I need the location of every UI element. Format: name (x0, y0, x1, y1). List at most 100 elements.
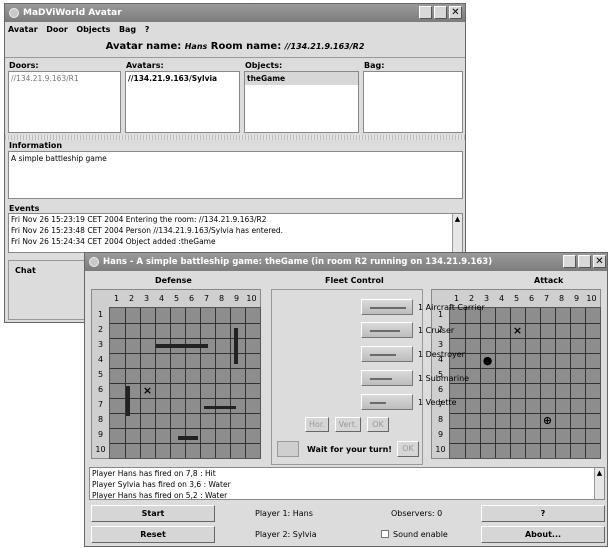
turn-message: Wait for your turn! (307, 445, 392, 454)
defense-row-label: 3 (97, 340, 104, 349)
maximize-button[interactable] (434, 6, 447, 19)
event-line: Fri Nov 26 15:23:19 CET 2004 Entering th… (11, 215, 267, 224)
game-log: Player Hans has fired on 7,8 : Hit Playe… (89, 467, 605, 500)
defense-row-label: 6 (97, 385, 104, 394)
player2-label: Player 2: Sylvia (255, 530, 317, 539)
log-line: Player Hans has fired on 7,8 : Hit (92, 469, 216, 478)
list-item[interactable]: //134.21.9.163/Sylvia (126, 72, 239, 85)
defense-ship-carrier (156, 344, 208, 348)
log-line: Player Sylvia has fired on 3,6 : Water (92, 480, 231, 489)
grid-line (450, 383, 600, 384)
information-text: A simple battleship game (11, 154, 107, 163)
grid-line (245, 308, 246, 458)
ship-destroyer-button[interactable] (361, 346, 413, 362)
bag-list[interactable] (363, 71, 463, 133)
defense-ship-destroyer (126, 386, 130, 416)
defense-col-label: 4 (158, 294, 165, 303)
information-title: Information (9, 141, 63, 150)
about-button[interactable]: About... (481, 526, 605, 543)
menu-bag[interactable]: Bag (116, 22, 139, 37)
minimize-button[interactable] (563, 255, 576, 268)
grid-line (555, 308, 556, 458)
ship-vedette-button[interactable] (361, 394, 413, 410)
app-icon (9, 8, 19, 18)
avatars-list[interactable]: //134.21.9.163/Sylvia (125, 71, 240, 133)
grid-line (215, 308, 216, 458)
defense-row-label: 2 (97, 325, 104, 334)
sound-label: Sound enable (393, 530, 448, 539)
menu-objects[interactable]: Objects (73, 22, 113, 37)
defense-col-label: 6 (188, 294, 195, 303)
grid-line (540, 308, 541, 458)
chat-title: Chat (15, 266, 36, 275)
menu-avatar[interactable]: Avatar (5, 22, 41, 37)
scroll-up-icon[interactable]: ▲ (595, 468, 604, 478)
avatar-window-titlebar[interactable]: MaDViWorld Avatar (5, 4, 465, 22)
vertical-button[interactable]: Vert. (335, 417, 361, 432)
splitter[interactable] (5, 135, 465, 140)
list-item[interactable]: theGame (245, 72, 358, 85)
close-button[interactable]: ✕ (449, 6, 462, 19)
defense-shot-marker: × (142, 384, 153, 397)
scroll-up-icon[interactable]: ▲ (453, 214, 462, 224)
defense-col-label: 2 (128, 294, 135, 303)
grid-line (450, 413, 600, 414)
attack-row-label: 6 (437, 385, 444, 394)
avatar-name-label: Avatar name: (105, 41, 182, 52)
defense-title: Defense (155, 276, 192, 285)
defense-col-label: 5 (173, 294, 180, 303)
close-button[interactable]: ✕ (593, 255, 606, 268)
defense-ship-cruiser (234, 328, 238, 364)
orientation-ok-button[interactable]: OK (367, 417, 389, 432)
attack-col-label: 5 (513, 294, 520, 303)
objects-list[interactable]: theGame (244, 71, 359, 133)
game-window-titlebar[interactable]: Hans - A simple battleship game: theGame… (85, 253, 607, 271)
list-item[interactable]: //134.21.9.163/R1 (9, 72, 120, 85)
attack-shot-marker: ● (482, 354, 493, 367)
attack-col-label: 10 (586, 294, 597, 303)
log-scrollbar[interactable]: ▲ (594, 468, 604, 499)
ship-cruiser-button[interactable] (361, 322, 413, 338)
attack-col-label: 6 (528, 294, 535, 303)
ship-submarine-button[interactable] (361, 370, 413, 386)
defense-col-label: 3 (143, 294, 150, 303)
menu-door[interactable]: Door (43, 22, 71, 37)
sound-checkbox[interactable] (381, 530, 389, 538)
help-button[interactable]: ? (481, 505, 605, 522)
grid-line (110, 383, 260, 384)
header-divider (5, 57, 465, 58)
attack-row-label: 3 (437, 340, 444, 349)
attack-row-label: 9 (437, 430, 444, 439)
grid-line (230, 308, 231, 458)
chat-panel[interactable]: Chat (8, 260, 90, 320)
maximize-button[interactable] (578, 255, 591, 268)
information-panel: A simple battleship game (8, 151, 463, 199)
attack-col-label: 3 (483, 294, 490, 303)
menu-help[interactable]: ? (142, 22, 153, 37)
attack-row-label: 8 (437, 415, 444, 424)
avatar-name-value: Hans (184, 42, 208, 51)
grid-line (570, 308, 571, 458)
events-scrollbar[interactable]: ▲ (452, 214, 462, 252)
attack-title: Attack (534, 276, 564, 285)
turn-ok-button[interactable]: OK (397, 441, 419, 457)
ship-vedette-label: 1 Vedette (418, 398, 457, 407)
grid-line (110, 398, 260, 399)
defense-row-label: 1 (97, 310, 104, 319)
reset-button[interactable]: Reset (91, 526, 215, 543)
attack-grid[interactable]: × ● ⊕ (449, 307, 601, 459)
ship-aircraft-carrier-button[interactable] (361, 299, 413, 315)
game-window: Hans - A simple battleship game: theGame… (84, 252, 608, 547)
start-button[interactable]: Start (91, 505, 215, 522)
attack-shot-marker: × (512, 324, 523, 337)
minimize-button[interactable] (419, 6, 432, 19)
events-panel: Fri Nov 26 15:23:19 CET 2004 Entering th… (8, 213, 463, 253)
grid-line (450, 428, 600, 429)
grid-line (450, 443, 600, 444)
horizontal-button[interactable]: Hor. (305, 417, 329, 432)
defense-col-label: 8 (218, 294, 225, 303)
grid-line (110, 443, 260, 444)
doors-list[interactable]: //134.21.9.163/R1 (8, 71, 121, 133)
attack-col-label: 7 (543, 294, 550, 303)
attack-row-label: 10 (435, 445, 446, 454)
